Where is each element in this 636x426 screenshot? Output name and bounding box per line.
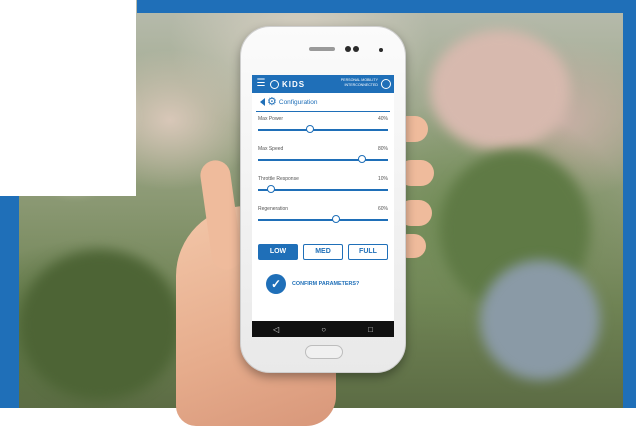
slider-value: 10% [377, 176, 388, 182]
nav-home-icon[interactable]: ○ [321, 325, 326, 334]
slider-track[interactable] [258, 129, 388, 131]
slider-knob[interactable] [358, 155, 366, 163]
tagline-line2: INTERCONNECTED [344, 83, 378, 87]
slider-track[interactable] [258, 189, 388, 191]
nav-recent-icon[interactable]: □ [368, 325, 373, 334]
slider-max-speed: Max Speed 80% [258, 142, 388, 172]
preset-buttons: LOW MED FULL [258, 244, 388, 260]
page-titlebar: ⚙ Configuration [256, 93, 390, 112]
white-corner-panel [0, 0, 136, 196]
back-icon[interactable] [260, 98, 265, 106]
sensor [353, 46, 359, 52]
slider-value: 40% [377, 116, 388, 122]
front-camera [345, 46, 351, 52]
slider-value: 80% [377, 146, 388, 152]
slider-label: Max Power [258, 116, 284, 122]
tagline: PERSONAL MOBILITY INTERCONNECTED [341, 78, 378, 88]
slider-track[interactable] [258, 159, 388, 161]
sensor [379, 48, 383, 52]
preset-low-button[interactable]: LOW [258, 244, 298, 260]
slider-track[interactable] [258, 219, 388, 221]
slider-label: Max Speed [258, 146, 284, 152]
confirm-parameters-button[interactable]: ✓ CONFIRM PARAMETERS? [266, 274, 394, 294]
blurred-house [430, 30, 570, 150]
logo-icon [270, 79, 279, 89]
slider-max-power: Max Power 40% [258, 112, 388, 142]
confirm-label: CONFIRM PARAMETERS? [292, 281, 360, 287]
nav-back-icon[interactable]: ◁ [273, 325, 279, 334]
home-button[interactable] [305, 345, 343, 359]
blue-frame-top [137, 0, 636, 13]
app-header: ☰ KIDS PERSONAL MOBILITY INTERCONNECTED [252, 75, 394, 93]
check-icon[interactable]: ✓ [266, 274, 286, 294]
slider-knob[interactable] [267, 185, 275, 193]
slider-label: Regeneration [258, 206, 289, 212]
slider-knob[interactable] [332, 215, 340, 223]
slider-value: 60% [377, 206, 388, 212]
slider-regeneration: Regeneration 60% [258, 202, 388, 232]
power-icon[interactable] [381, 79, 391, 89]
slider-knob[interactable] [306, 125, 314, 133]
blue-frame-left [0, 196, 19, 408]
blurred-bush [20, 250, 180, 400]
speaker-grille [309, 47, 335, 51]
preset-med-button[interactable]: MED [303, 244, 343, 260]
menu-icon[interactable]: ☰ [254, 75, 268, 93]
android-navbar: ◁ ○ □ [252, 321, 394, 337]
page-title: Configuration [278, 98, 318, 106]
gear-icon: ⚙ [267, 95, 277, 108]
preset-full-button[interactable]: FULL [348, 244, 388, 260]
brand-name: KIDS [282, 79, 306, 89]
phone-screen: ☰ KIDS PERSONAL MOBILITY INTERCONNECTED … [252, 75, 394, 337]
blurred-car [480, 260, 600, 380]
slider-label: Throttle Response [258, 176, 299, 182]
slider-throttle-response: Throttle Response 10% [258, 172, 388, 202]
smartphone: ☰ KIDS PERSONAL MOBILITY INTERCONNECTED … [240, 26, 406, 373]
blue-frame-right [623, 0, 636, 408]
